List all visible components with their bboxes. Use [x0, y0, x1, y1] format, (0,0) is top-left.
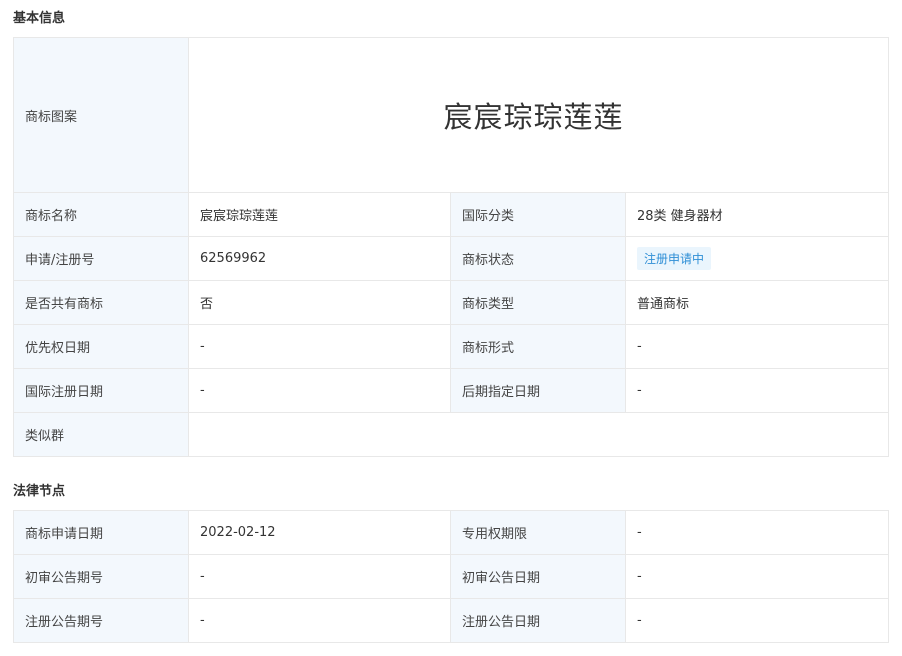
intl-class-label: 国际分类 — [450, 192, 626, 237]
registration-number-label: 申请/注册号 — [13, 236, 189, 281]
shared-trademark-label: 是否共有商标 — [13, 280, 189, 325]
trademark-logo-label: 商标图案 — [13, 37, 189, 193]
trademark-name-label: 商标名称 — [13, 192, 189, 237]
table-row: 注册公告期号 - 注册公告日期 - — [13, 598, 889, 643]
table-row: 初审公告期号 - 初审公告日期 - — [13, 554, 889, 599]
shared-trademark-value: 否 — [188, 280, 451, 325]
trademark-logo-cell: 宸宸琮琮莲莲 — [187, 37, 890, 193]
trademark-type-value: 普通商标 — [624, 280, 890, 325]
registration-number-value: 62569962 — [188, 236, 451, 281]
trademark-status-cell: 注册申请中 — [624, 236, 890, 281]
prelim-notice-number-label: 初审公告期号 — [13, 554, 189, 599]
trademark-form-label: 商标形式 — [450, 324, 626, 369]
intl-registration-date-label: 国际注册日期 — [13, 368, 189, 413]
legal-section-title: 法律节点 — [13, 484, 66, 499]
exclusive-right-period-label: 专用权期限 — [450, 510, 626, 555]
intl-class-value: 28类 健身器材 — [624, 192, 890, 237]
application-date-value: 2022-02-12 — [188, 510, 451, 555]
registration-notice-date-label: 注册公告日期 — [450, 598, 626, 643]
table-row: 商标名称 宸宸琮琮莲莲 国际分类 28类 健身器材 — [13, 192, 890, 237]
table-row: 优先权日期 - 商标形式 - — [13, 324, 890, 369]
trademark-logo-image: 宸宸琮琮莲莲 — [443, 100, 624, 134]
similar-group-value — [187, 412, 890, 457]
status-badge: 注册申请中 — [637, 247, 712, 270]
trademark-type-label: 商标类型 — [450, 280, 626, 325]
basic-info-table: 商标图案 宸宸琮琮莲莲 商标名称 宸宸琮琮莲莲 国际分类 28类 健身器材 申请… — [13, 37, 890, 457]
registration-notice-number-value: - — [188, 598, 451, 643]
table-row: 是否共有商标 否 商标类型 普通商标 — [13, 280, 890, 325]
intl-registration-date-value: - — [188, 368, 451, 413]
prelim-notice-date-value: - — [625, 554, 889, 599]
trademark-status-label: 商标状态 — [450, 236, 626, 281]
later-designation-date-value: - — [624, 368, 890, 413]
table-row: 国际注册日期 - 后期指定日期 - — [13, 368, 890, 413]
legal-nodes-table: 商标申请日期 2022-02-12 专用权期限 - 初审公告期号 - 初审公告日… — [13, 510, 889, 643]
trademark-name-value: 宸宸琮琮莲莲 — [188, 192, 451, 237]
table-row: 申请/注册号 62569962 商标状态 注册申请中 — [13, 236, 890, 281]
priority-date-label: 优先权日期 — [13, 324, 189, 369]
application-date-label: 商标申请日期 — [13, 510, 189, 555]
registration-notice-number-label: 注册公告期号 — [13, 598, 189, 643]
priority-date-value: - — [188, 324, 451, 369]
exclusive-right-period-value: - — [625, 510, 889, 555]
trademark-logo-row: 商标图案 宸宸琮琮莲莲 — [13, 37, 890, 193]
table-row: 类似群 — [13, 412, 890, 457]
similar-group-label: 类似群 — [13, 412, 189, 457]
prelim-notice-number-value: - — [188, 554, 451, 599]
registration-notice-date-value: - — [625, 598, 889, 643]
table-row: 商标申请日期 2022-02-12 专用权期限 - — [13, 510, 889, 555]
prelim-notice-date-label: 初审公告日期 — [450, 554, 626, 599]
basic-info-section-title: 基本信息 — [13, 11, 66, 26]
trademark-form-value: - — [624, 324, 890, 369]
later-designation-date-label: 后期指定日期 — [450, 368, 626, 413]
